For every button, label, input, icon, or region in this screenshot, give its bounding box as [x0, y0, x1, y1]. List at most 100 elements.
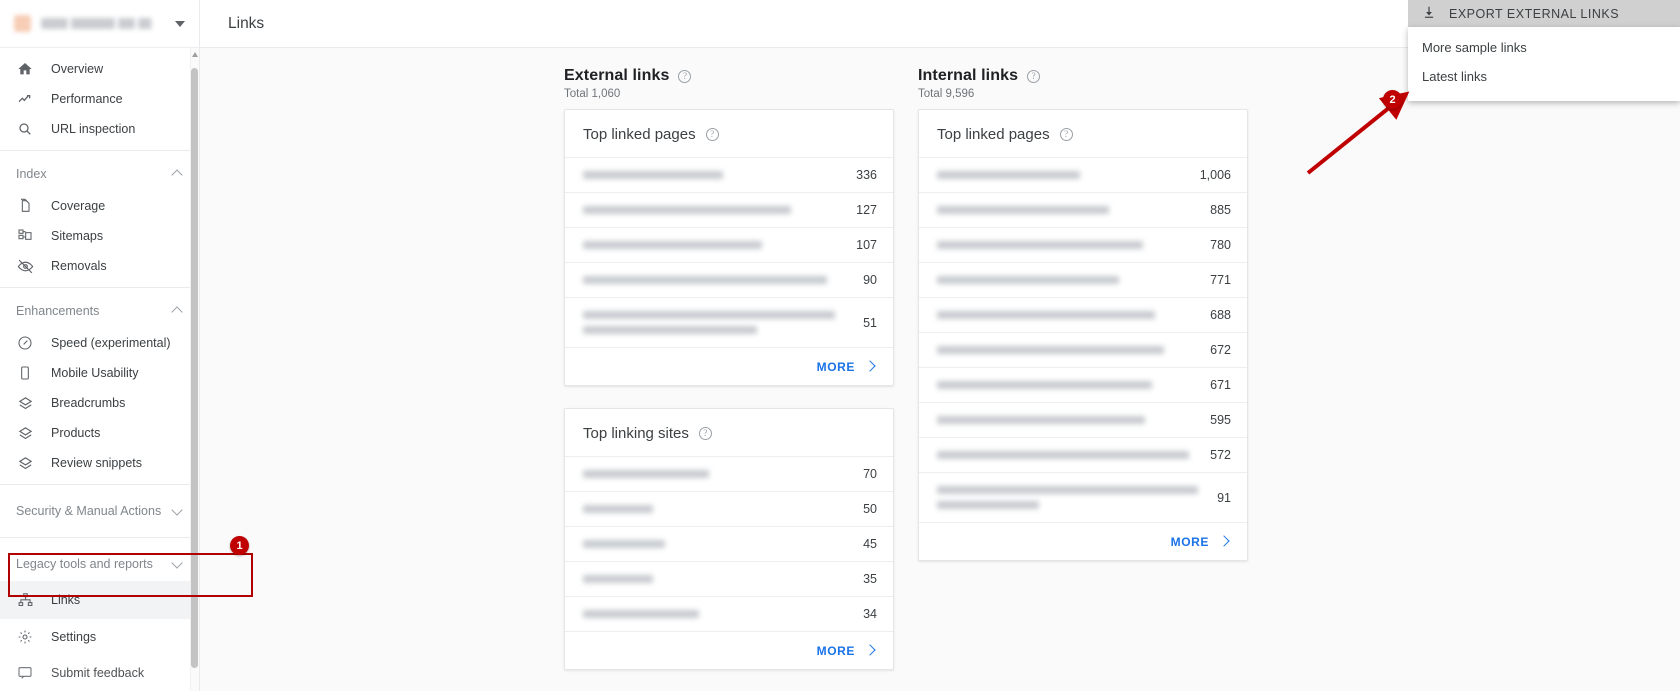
sidebar-item-performance[interactable]: Performance — [0, 84, 199, 114]
sidebar-item-submit-feedback[interactable]: Submit feedback — [0, 655, 199, 691]
sidebar-item-url-inspection[interactable]: URL inspection — [0, 114, 199, 144]
row-value: 34 — [863, 607, 877, 621]
sidebar-section-security: Security & Manual Actions — [0, 485, 199, 537]
sidebar-item-settings[interactable]: Settings — [0, 619, 199, 655]
table-row[interactable]: 34 — [565, 596, 893, 631]
table-row[interactable]: 35 — [565, 561, 893, 596]
card-title: Top linked pages — [937, 126, 1050, 143]
row-label-redacted — [583, 162, 825, 188]
sidebar-section-label: Security & Manual Actions — [16, 504, 162, 518]
document-copy-icon — [16, 197, 34, 215]
sidebar: Overview Performance URL inspection Inde… — [0, 0, 200, 691]
chevron-down-icon[interactable] — [173, 506, 183, 516]
sidebar-item-label: Products — [51, 426, 101, 440]
table-row[interactable]: 107 — [565, 227, 893, 262]
row-value: 771 — [1210, 273, 1231, 287]
sidebar-section-enhancements: Enhancements Speed (experimental) Mobile… — [0, 288, 199, 484]
sidebar-item-label: Mobile Usability — [51, 366, 139, 380]
row-label-redacted — [583, 531, 825, 557]
chevron-down-icon[interactable] — [175, 20, 185, 27]
row-value: 127 — [856, 203, 877, 217]
sidebar-item-links[interactable]: Links — [0, 581, 199, 619]
app-root: Overview Performance URL inspection Inde… — [0, 0, 1680, 691]
internal-links-total: Total 9,596 — [918, 88, 975, 100]
sidebar-item-label: Speed (experimental) — [51, 336, 171, 350]
download-icon — [1422, 5, 1436, 22]
table-row[interactable]: 780 — [919, 227, 1247, 262]
external-links-title: External links — [564, 67, 670, 84]
more-button[interactable]: MORE — [565, 631, 893, 669]
export-external-links-button[interactable]: EXPORT EXTERNAL LINKS — [1408, 0, 1680, 27]
row-label-redacted — [583, 601, 825, 627]
row-label-redacted — [937, 232, 1179, 258]
row-label-redacted — [937, 372, 1179, 398]
table-row[interactable]: 1,006 — [919, 157, 1247, 192]
search-icon — [16, 120, 34, 138]
table-row[interactable]: 885 — [919, 192, 1247, 227]
sidebar-scrollbar[interactable] — [190, 48, 199, 691]
sidebar-section-header-legacy[interactable]: Legacy tools and reports — [0, 547, 199, 581]
annotation-badge-2: 2 — [1383, 90, 1402, 109]
chevron-up-icon[interactable] — [173, 306, 183, 316]
export-menu-container: EXPORT EXTERNAL LINKS More sample links … — [1408, 0, 1680, 101]
sidebar-item-label: Submit feedback — [51, 666, 145, 680]
table-row[interactable]: 672 — [919, 332, 1247, 367]
sidebar-item-removals[interactable]: Removals — [0, 251, 199, 281]
sidebar-item-review-snippets[interactable]: Review snippets — [0, 448, 199, 478]
sidebar-item-label: Coverage — [51, 199, 106, 213]
help-icon[interactable]: ? — [678, 69, 692, 83]
card-external-top-linking-sites: Top linking sites ? 70 50 45 35 34 MORE — [564, 408, 894, 670]
annotation-badge-1: 1 — [230, 536, 249, 555]
mobile-icon — [16, 364, 34, 382]
table-row[interactable]: 572 — [919, 437, 1247, 472]
table-row[interactable]: 51 — [565, 297, 893, 347]
menu-item-latest-links[interactable]: Latest links — [1408, 62, 1680, 91]
sidebar-item-coverage[interactable]: Coverage — [0, 191, 199, 221]
sidebar-item-sitemaps[interactable]: Sitemaps — [0, 221, 199, 251]
table-row[interactable]: 336 — [565, 157, 893, 192]
table-row[interactable]: 771 — [919, 262, 1247, 297]
sidebar-item-label: URL inspection — [51, 122, 136, 136]
more-button[interactable]: MORE — [565, 347, 893, 385]
more-label: MORE — [816, 643, 855, 658]
chevron-up-icon[interactable] — [173, 169, 183, 179]
more-button[interactable]: MORE — [919, 522, 1247, 560]
property-favicon — [14, 15, 31, 32]
sidebar-section-header-index[interactable]: Index — [0, 157, 199, 191]
table-row[interactable]: 45 — [565, 526, 893, 561]
sidebar-scrollbar-thumb[interactable] — [191, 68, 198, 668]
gear-icon — [16, 628, 34, 646]
table-row[interactable]: 90 — [565, 262, 893, 297]
layers-icon — [16, 454, 34, 472]
scroll-up-arrow-icon[interactable] — [192, 52, 198, 57]
table-row[interactable]: 70 — [565, 456, 893, 491]
table-row[interactable]: 688 — [919, 297, 1247, 332]
sidebar-section-label: Enhancements — [16, 304, 100, 318]
sidebar-item-speed[interactable]: Speed (experimental) — [0, 328, 199, 358]
sidebar-section-label: Index — [16, 167, 47, 181]
sidebar-section-header-enhancements[interactable]: Enhancements — [0, 294, 199, 328]
row-label-redacted — [583, 566, 825, 592]
table-row[interactable]: 91 — [919, 472, 1247, 522]
sidebar-item-label: Sitemaps — [51, 229, 104, 243]
sidebar-item-overview[interactable]: Overview — [0, 54, 199, 84]
help-icon[interactable]: ? — [705, 128, 719, 141]
row-value: 336 — [856, 168, 877, 182]
help-icon[interactable]: ? — [1059, 128, 1073, 141]
table-row[interactable]: 50 — [565, 491, 893, 526]
row-value: 45 — [863, 537, 877, 551]
sidebar-item-mobile-usability[interactable]: Mobile Usability — [0, 358, 199, 388]
property-selector[interactable] — [0, 0, 199, 48]
table-row[interactable]: 127 — [565, 192, 893, 227]
help-icon[interactable]: ? — [1027, 69, 1041, 83]
help-icon[interactable]: ? — [698, 427, 712, 440]
chevron-down-icon[interactable] — [173, 559, 183, 569]
sidebar-item-breadcrumbs[interactable]: Breadcrumbs — [0, 388, 199, 418]
table-row[interactable]: 595 — [919, 402, 1247, 437]
table-row[interactable]: 671 — [919, 367, 1247, 402]
sidebar-item-products[interactable]: Products — [0, 418, 199, 448]
row-value: 672 — [1210, 343, 1231, 357]
menu-item-more-sample-links[interactable]: More sample links — [1408, 33, 1680, 62]
row-value: 595 — [1210, 413, 1231, 427]
sidebar-section-header-security[interactable]: Security & Manual Actions — [0, 494, 199, 528]
